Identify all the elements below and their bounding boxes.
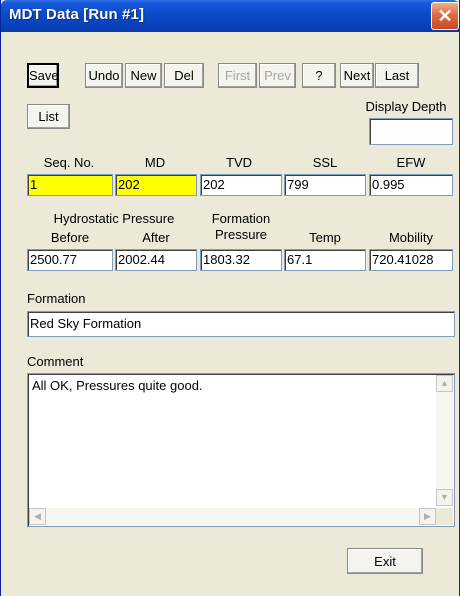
comment-text: All OK, Pressures quite good. [32, 378, 203, 393]
undo-button[interactable]: Undo [85, 63, 123, 88]
before-label: Before [50, 230, 90, 245]
vertical-scrollbar[interactable]: ▲ ▼ [436, 375, 453, 506]
prev-button[interactable]: Prev [259, 63, 296, 88]
help-button[interactable]: ? [302, 63, 336, 88]
formation-pressure-label-2: Pressure [214, 227, 268, 242]
seq-no-label: Seq. No. [43, 155, 95, 170]
ssl-field[interactable]: 799 [284, 174, 366, 196]
scroll-right-icon[interactable]: ▶ [419, 508, 436, 525]
new-button[interactable]: New [125, 63, 162, 88]
efw-field[interactable]: 0.995 [369, 174, 453, 196]
hydrostatic-pressure-label: Hydrostatic Pressure [53, 211, 175, 226]
del-button[interactable]: Del [164, 63, 204, 88]
after-field[interactable]: 2002.44 [115, 249, 197, 271]
tvd-field[interactable]: 202 [200, 174, 282, 196]
comment-label: Comment [27, 354, 84, 369]
display-depth-label: Display Depth [365, 99, 447, 114]
after-label: After [142, 230, 170, 245]
before-field[interactable]: 2500.77 [27, 249, 113, 271]
formation-pressure-field[interactable]: 1803.32 [200, 249, 282, 271]
horizontal-scrollbar[interactable]: ◀ ▶ [29, 508, 436, 525]
list-button[interactable]: List [27, 104, 70, 129]
scrollbar-corner [436, 508, 453, 525]
temp-field[interactable]: 67.1 [284, 249, 366, 271]
seq-no-field[interactable]: 1 [27, 174, 113, 196]
md-field[interactable]: 202 [115, 174, 197, 196]
md-label: MD [144, 155, 166, 170]
mdt-data-window: MDT Data [Run #1] ✕ Save Undo New Del Fi… [0, 0, 460, 596]
next-button[interactable]: Next [340, 63, 374, 88]
save-button[interactable]: Save [27, 63, 59, 88]
comment-textarea[interactable]: All OK, Pressures quite good. ▲ ▼ ◀ ▶ [27, 373, 455, 527]
temp-label: Temp [309, 230, 341, 245]
scroll-up-icon[interactable]: ▲ [436, 375, 453, 392]
first-button[interactable]: First [218, 63, 257, 88]
exit-button[interactable]: Exit [347, 548, 423, 574]
scroll-down-icon[interactable]: ▼ [436, 489, 453, 506]
close-icon[interactable]: ✕ [431, 2, 459, 30]
formation-field[interactable]: Red Sky Formation [27, 311, 455, 337]
efw-label: EFW [396, 155, 426, 170]
title-bar[interactable]: MDT Data [Run #1] ✕ [1, 0, 459, 32]
mobility-field[interactable]: 720.41028 [369, 249, 453, 271]
window-title: MDT Data [Run #1] [9, 6, 145, 23]
scroll-left-icon[interactable]: ◀ [29, 508, 46, 525]
last-button[interactable]: Last [375, 63, 419, 88]
mobility-label: Mobility [388, 230, 434, 245]
formation-label: Formation [27, 291, 86, 306]
formation-pressure-label-1: Formation [211, 211, 271, 226]
ssl-label: SSL [312, 155, 338, 170]
display-depth-field[interactable] [369, 118, 453, 145]
tvd-label: TVD [226, 155, 252, 170]
